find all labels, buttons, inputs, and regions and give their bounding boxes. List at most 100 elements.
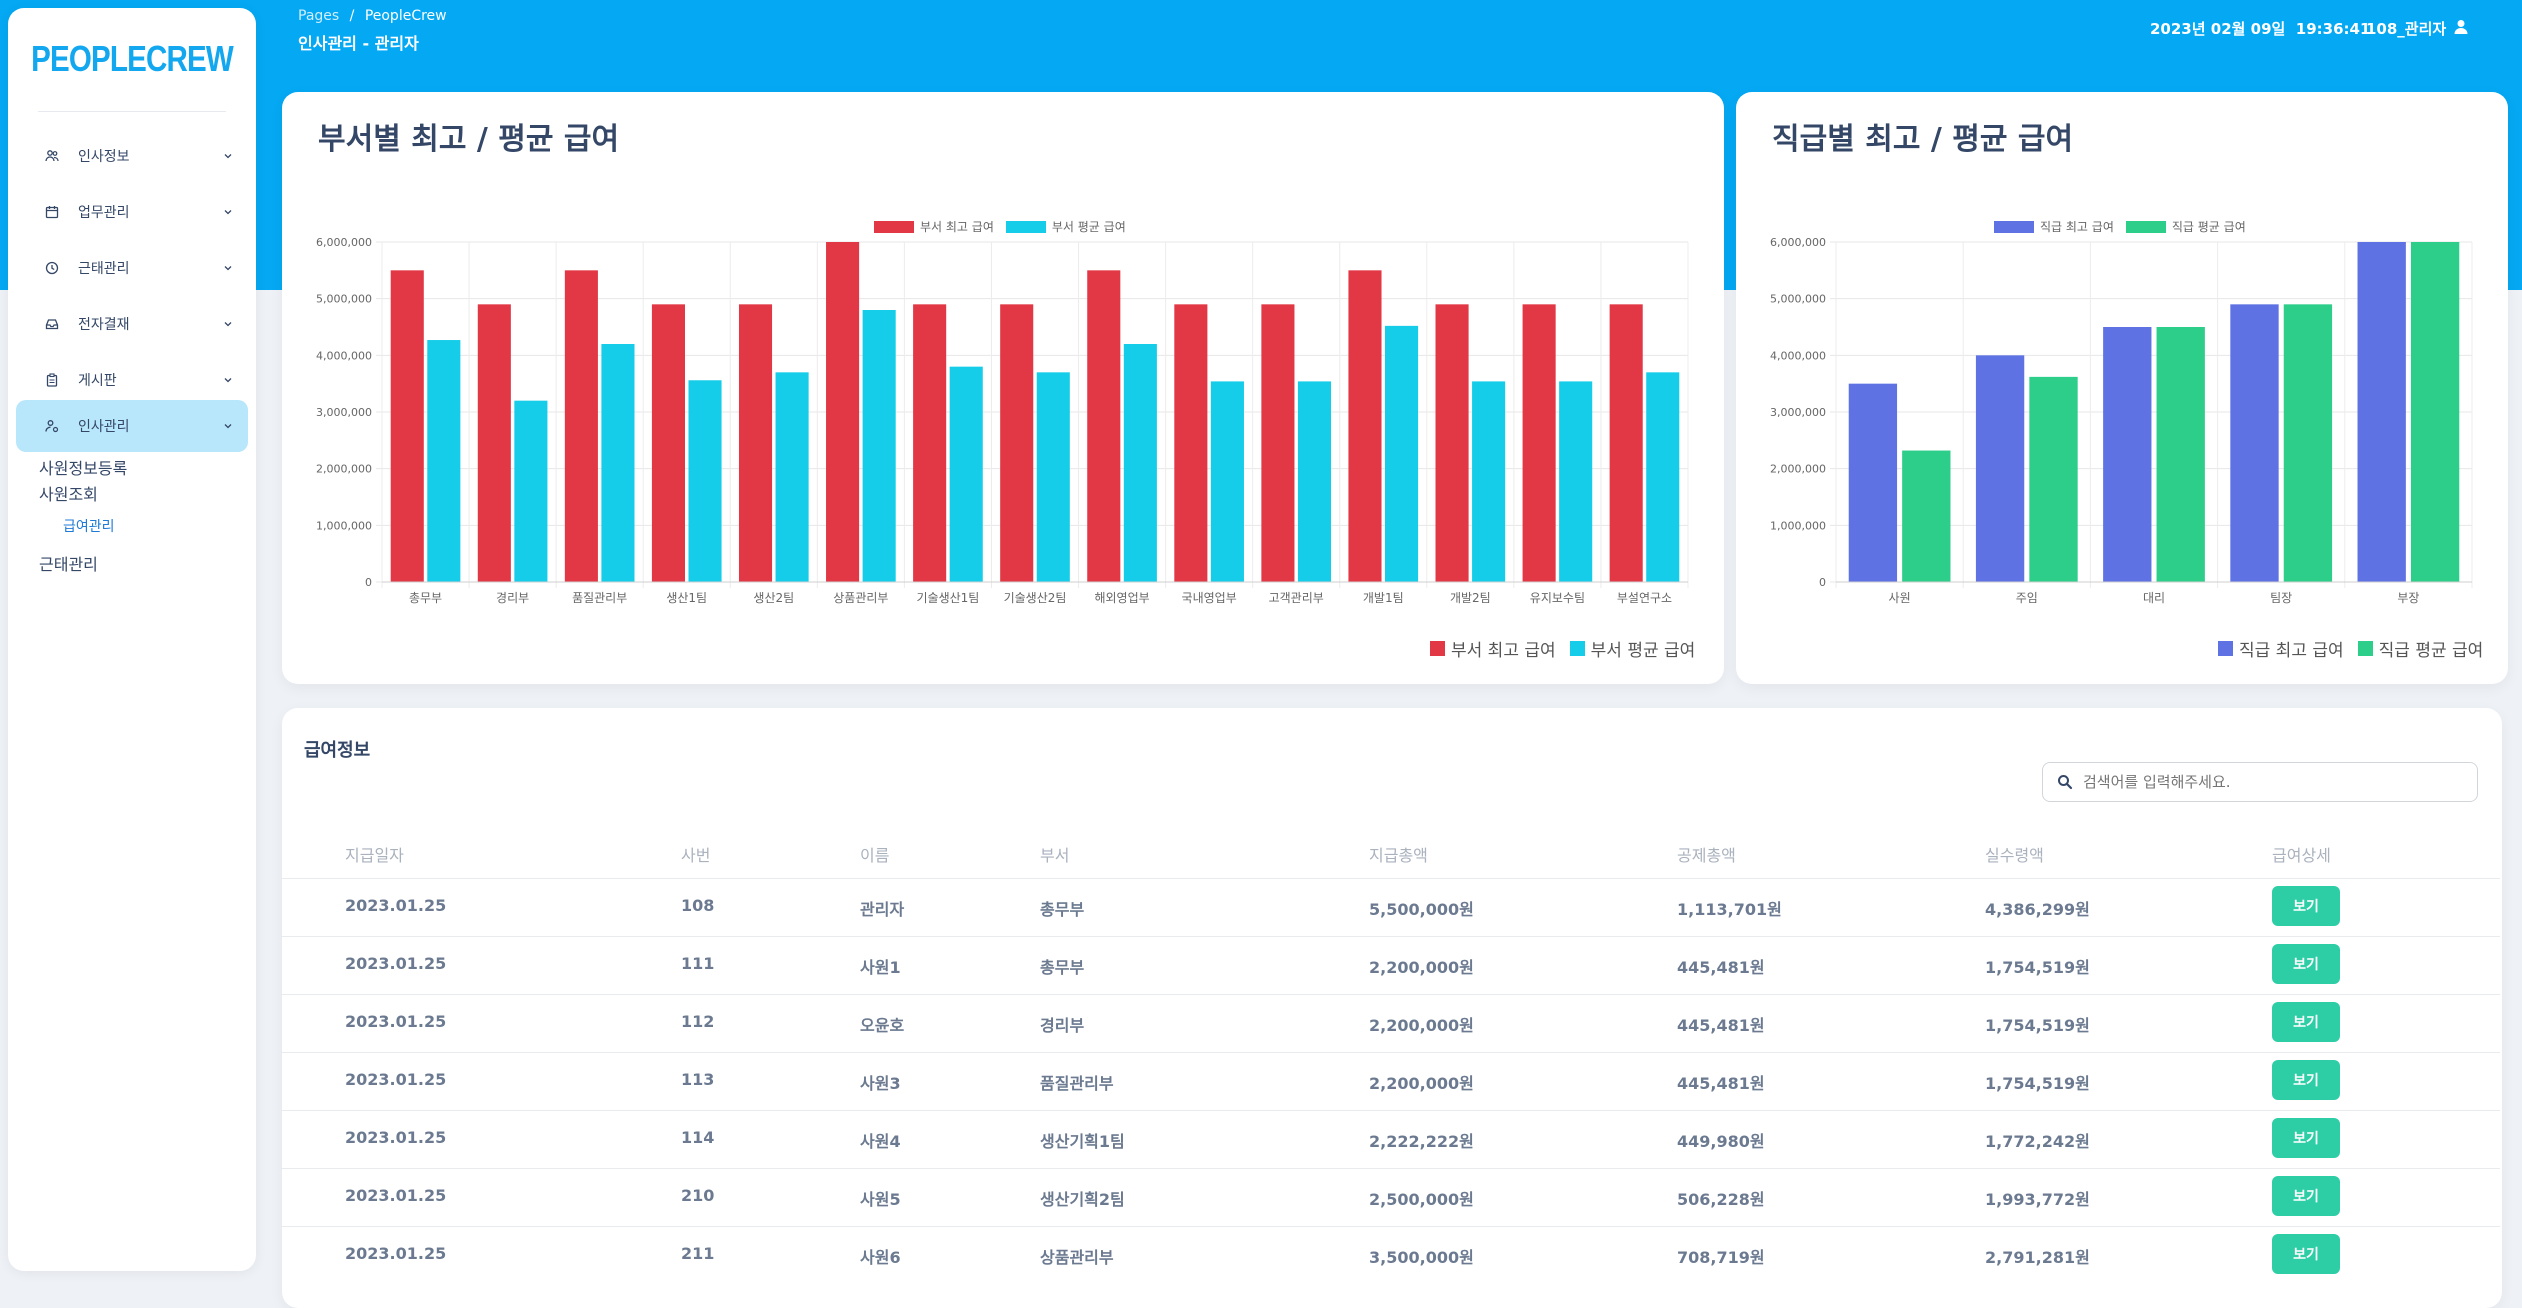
bar-avg bbox=[514, 400, 548, 582]
bar-max bbox=[390, 270, 424, 582]
subnav-attendance-manage[interactable]: 근태관리 bbox=[39, 551, 98, 575]
salary-detail-button[interactable]: 보기 bbox=[2272, 944, 2340, 984]
table-cell: 사원1 bbox=[860, 958, 901, 977]
column-header: 지급총액 bbox=[1369, 846, 1428, 865]
rank-chart-legend-bottom: 직급 최고 급여 직급 평균 급여 bbox=[2218, 636, 2483, 661]
x-tick-label: 유지보수팀 bbox=[1530, 591, 1585, 605]
table-cell: 2023.01.25 bbox=[345, 1070, 447, 1089]
table-cell: 사원5 bbox=[860, 1190, 901, 1209]
table-cell: 상품관리부 bbox=[1040, 1248, 1114, 1267]
user-name[interactable]: 108_관리자 bbox=[2366, 18, 2446, 39]
table-cell: 2023.01.25 bbox=[345, 896, 447, 915]
salary-detail-button[interactable]: 보기 bbox=[2272, 1060, 2340, 1100]
bar-max bbox=[1348, 270, 1382, 582]
table-cell: 113 bbox=[681, 1070, 715, 1089]
sidebar-item-label: 근태관리 bbox=[78, 261, 130, 277]
x-tick-label: 부장 bbox=[2397, 591, 2419, 605]
sidebar-item-hr-manage[interactable]: 인사관리 bbox=[16, 400, 248, 452]
sidebar-item-label: 인사관리 bbox=[78, 419, 130, 435]
bar-avg bbox=[1646, 372, 1680, 582]
table-cell: 445,481원 bbox=[1677, 1074, 1765, 1093]
table-cell: 사원3 bbox=[860, 1074, 901, 1093]
table-cell: 1,754,519원 bbox=[1985, 1016, 2090, 1035]
column-header: 부서 bbox=[1040, 846, 1070, 865]
legend-label-rank-max[interactable]: 직급 최고 급여 bbox=[2239, 636, 2344, 661]
x-tick-label: 해외영업부 bbox=[1094, 591, 1149, 605]
table-cell: 449,980원 bbox=[1677, 1132, 1765, 1151]
bar-max bbox=[2357, 242, 2406, 582]
sidebar-item-approval[interactable]: 전자결재 bbox=[16, 298, 248, 350]
x-tick-label: 국내영업부 bbox=[1182, 591, 1237, 605]
bar-avg bbox=[601, 344, 635, 582]
salary-detail-button[interactable]: 보기 bbox=[2272, 886, 2340, 926]
bar-max bbox=[1609, 304, 1643, 582]
salary-detail-button[interactable]: 보기 bbox=[2272, 1176, 2340, 1216]
x-tick-label: 부설연구소 bbox=[1617, 591, 1672, 605]
row-divider bbox=[282, 994, 2500, 995]
chevron-down-icon bbox=[222, 262, 234, 274]
table-cell: 2023.01.25 bbox=[345, 1244, 447, 1263]
subnav-salary-manage[interactable]: 급여관리 bbox=[63, 516, 115, 536]
column-header: 실수령액 bbox=[1985, 846, 2044, 865]
dept-chart-legend-bottom: 부서 최고 급여 부서 평균 급여 bbox=[1430, 636, 1695, 661]
user-icon[interactable] bbox=[2452, 18, 2470, 36]
y-tick-label: 1,000,000 bbox=[1770, 519, 1826, 532]
table-cell: 품질관리부 bbox=[1040, 1074, 1114, 1093]
bar-max bbox=[1087, 270, 1121, 582]
bar-avg bbox=[1036, 372, 1070, 582]
y-tick-label: 3,000,000 bbox=[1770, 406, 1826, 419]
clock-icon bbox=[44, 260, 60, 276]
table-cell: 2,500,000원 bbox=[1369, 1190, 1474, 1209]
sidebar-item-work[interactable]: 업무관리 bbox=[16, 186, 248, 238]
breadcrumb-root[interactable]: Pages bbox=[298, 8, 339, 24]
bar-max bbox=[1522, 304, 1556, 582]
sidebar-item-label: 게시판 bbox=[78, 373, 117, 389]
sidebar-item-label: 업무관리 bbox=[78, 205, 130, 221]
salary-detail-button[interactable]: 보기 bbox=[2272, 1118, 2340, 1158]
y-tick-label: 5,000,000 bbox=[316, 293, 372, 306]
column-header: 이름 bbox=[860, 846, 890, 865]
salary-detail-button[interactable]: 보기 bbox=[2272, 1234, 2340, 1274]
clipboard-icon bbox=[44, 372, 60, 388]
salary-detail-button[interactable]: 보기 bbox=[2272, 1002, 2340, 1042]
x-tick-label: 사원 bbox=[1889, 591, 1911, 605]
bar-max bbox=[738, 304, 773, 582]
x-tick-label: 생산2팀 bbox=[753, 591, 794, 605]
row-divider bbox=[282, 1110, 2500, 1111]
sidebar-item-board[interactable]: 게시판 bbox=[16, 354, 248, 406]
table-cell: 506,228원 bbox=[1677, 1190, 1765, 1209]
bar-max bbox=[1975, 355, 2025, 582]
x-tick-label: 대리 bbox=[2143, 591, 2165, 605]
y-tick-label: 6,000,000 bbox=[316, 236, 372, 249]
breadcrumb: Pages / PeopleCrew bbox=[298, 8, 447, 24]
table-cell: 2,222,222원 bbox=[1369, 1132, 1474, 1151]
bar-max bbox=[564, 270, 598, 582]
sidebar-item-attendance[interactable]: 근태관리 bbox=[16, 242, 248, 294]
table-cell: 생산기획2팀 bbox=[1040, 1190, 1125, 1209]
table-cell: 1,993,772원 bbox=[1985, 1190, 2090, 1209]
brand-logo[interactable]: PEOPLECREW bbox=[30, 38, 234, 80]
table-cell: 1,772,242원 bbox=[1985, 1132, 2090, 1151]
y-tick-label: 0 bbox=[365, 576, 372, 589]
breadcrumb-current: PeopleCrew bbox=[364, 8, 447, 24]
table-cell: 생산기획1팀 bbox=[1040, 1132, 1125, 1151]
legend-label-rank-avg[interactable]: 직급 평균 급여 bbox=[2379, 636, 2484, 661]
legend-label-dept-avg[interactable]: 부서 평균 급여 bbox=[1591, 636, 1696, 661]
dept-salary-chart: 0 1,000,000 2,000,000 3,000,000 4,000,000 5,0… bbox=[316, 236, 1689, 605]
subnav-employee-search[interactable]: 사원조회 bbox=[39, 481, 98, 505]
subnav-employee-register[interactable]: 사원정보등록 bbox=[39, 455, 127, 479]
sidebar-item-hr-info[interactable]: 인사정보 bbox=[16, 130, 248, 182]
table-cell: 2,200,000원 bbox=[1369, 1074, 1474, 1093]
legend-label-dept-max[interactable]: 부서 최고 급여 bbox=[1451, 636, 1556, 661]
people-icon bbox=[44, 148, 60, 164]
salary-search-input[interactable] bbox=[2081, 763, 2465, 801]
table-cell: 1,754,519원 bbox=[1985, 1074, 2090, 1093]
table-cell: 1,113,701원 bbox=[1677, 900, 1782, 919]
table-cell: 경리부 bbox=[1040, 1016, 1085, 1035]
table-cell: 1,754,519원 bbox=[1985, 958, 2090, 977]
y-tick-label: 3,000,000 bbox=[316, 406, 372, 419]
table-cell: 445,481원 bbox=[1677, 958, 1765, 977]
bar-max bbox=[477, 304, 511, 582]
x-tick-label: 팀장 bbox=[2270, 591, 2292, 605]
table-cell: 2,791,281원 bbox=[1985, 1248, 2090, 1267]
